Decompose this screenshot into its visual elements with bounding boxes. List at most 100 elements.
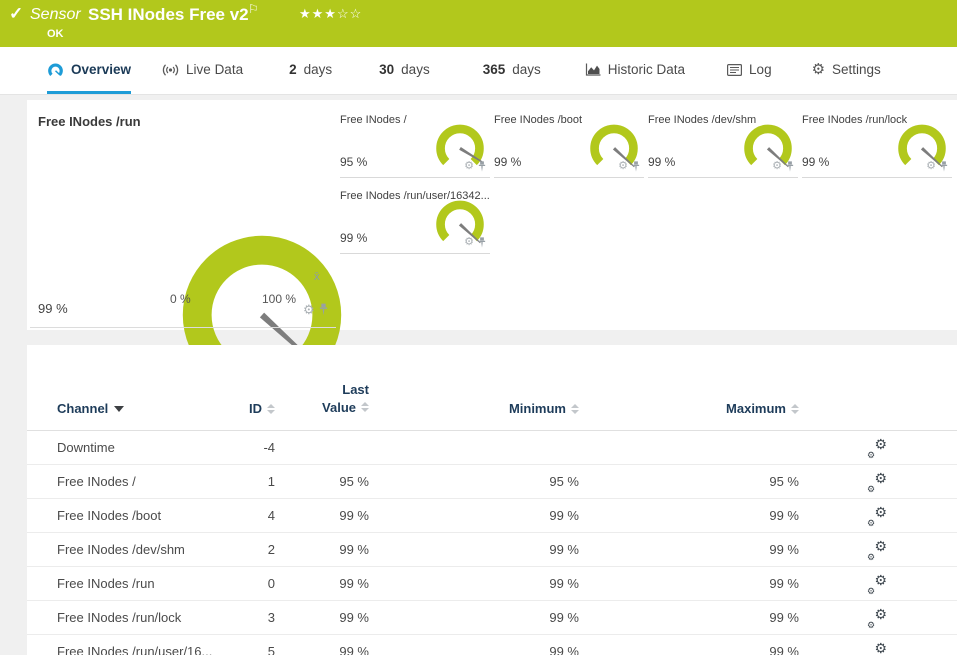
gauge-icon	[48, 62, 63, 76]
minimum-value: 99 %	[549, 644, 579, 655]
col-header-last-value[interactable]: Last Value	[275, 381, 369, 416]
maximum-value: 99 %	[769, 644, 799, 655]
col-header-channel[interactable]: Channel	[27, 401, 217, 416]
col-header-id[interactable]: ID	[217, 401, 275, 416]
table-row[interactable]: Free INodes / 1 95 % 95 % 95 % ⚙ ⚙	[27, 465, 957, 500]
table-header-row: Channel ID Last Value Minimum Maximum	[27, 345, 957, 432]
tab-2-days[interactable]: 2 days	[289, 47, 332, 94]
minimum-value: 99 %	[549, 542, 579, 558]
minimum-value: 99 %	[549, 610, 579, 626]
gauge-tile-value: 99 %	[802, 155, 830, 169]
gear-icon: ⚙	[811, 61, 826, 78]
table-row[interactable]: Downtime -4 ⚙ ⚙	[27, 431, 957, 466]
col-header-minimum[interactable]: Minimum	[369, 401, 579, 416]
divider	[30, 327, 336, 328]
primary-gauge-value: 99 %	[38, 301, 68, 316]
channel-name: Free INodes /boot	[57, 508, 162, 524]
tab-log[interactable]: Log	[727, 47, 772, 94]
status-badge: OK	[47, 28, 64, 40]
gauge-gear-icon[interactable]: ⚙	[464, 161, 474, 172]
sort-desc-icon	[114, 405, 125, 412]
pin-icon[interactable]	[632, 161, 640, 172]
gauges-panel: Free INodes /run 0 % 100 % x̄ 99 % ⚙ Fre…	[27, 100, 957, 378]
gauge-tile-title: Free INodes /boot	[494, 114, 583, 126]
channel-settings-icon[interactable]: ⚙⚙	[867, 437, 887, 460]
table-row[interactable]: Free INodes /boot 4 99 % 99 % 99 % ⚙ ⚙	[27, 499, 957, 534]
tab-live-data[interactable]: Live Data	[162, 47, 243, 94]
gauge-tile-dev-shm: Free INodes /dev/shm 99 % ⚙	[648, 108, 798, 178]
channel-settings-icon[interactable]: ⚙⚙	[867, 539, 887, 562]
gauge-gear-icon[interactable]: ⚙	[464, 237, 474, 248]
small-gauge-grid: Free INodes / 95 % ⚙ Free INodes /boot 9…	[340, 108, 952, 254]
gauge-scale-min: 0 %	[170, 292, 191, 306]
minimum-value: 99 %	[549, 508, 579, 524]
gauge-tile-root: Free INodes / 95 % ⚙	[340, 108, 490, 178]
tab-historic-data[interactable]: Historic Data	[585, 47, 685, 94]
channel-id: 1	[267, 474, 275, 490]
gauge-tile-run-lock: Free INodes /run/lock 99 % ⚙	[802, 108, 952, 178]
col-header-maximum[interactable]: Maximum	[579, 401, 799, 416]
channel-name: Free INodes /	[57, 474, 136, 490]
sort-icon	[267, 403, 275, 414]
gauge-tile-value: 95 %	[340, 155, 368, 169]
gauge-gear-icon[interactable]: ⚙	[618, 161, 628, 172]
maximum-value: 99 %	[769, 542, 799, 558]
sensor-title: SSH INodes Free v2	[88, 5, 249, 24]
log-list-icon	[727, 63, 743, 76]
sort-icon	[791, 403, 799, 414]
last-value: 95 %	[339, 474, 369, 490]
maximum-value: 99 %	[769, 576, 799, 592]
mean-marker: x̄	[314, 271, 320, 283]
tab-settings[interactable]: ⚙ Settings	[812, 47, 881, 94]
table-row[interactable]: Free INodes /run/user/16... 5 99 % 99 % …	[27, 635, 957, 655]
last-value: 99 %	[339, 610, 369, 626]
tab-30-days[interactable]: 30 days	[379, 47, 430, 94]
gauge-gear-icon[interactable]: ⚙	[926, 161, 936, 172]
channel-id: 0	[267, 576, 275, 592]
pin-icon[interactable]	[319, 303, 328, 316]
sort-icon	[361, 402, 369, 413]
channel-settings-icon[interactable]: ⚙⚙	[867, 505, 887, 528]
gauge-gear-icon[interactable]: ⚙	[772, 161, 782, 172]
channel-settings-icon[interactable]: ⚙⚙	[867, 471, 887, 494]
channel-settings-icon[interactable]: ⚙⚙	[867, 573, 887, 596]
pin-icon[interactable]	[940, 161, 948, 172]
gauge-gear-icon[interactable]: ⚙	[303, 303, 315, 316]
table-row[interactable]: Free INodes /dev/shm 2 99 % 99 % 99 % ⚙ ⚙	[27, 533, 957, 568]
gauge-tile-title: Free INodes /	[340, 114, 407, 126]
gauge-tile-title: Free INodes /run/lock	[802, 114, 908, 126]
pin-icon[interactable]	[478, 161, 486, 172]
maximum-value: 95 %	[769, 474, 799, 490]
table-row[interactable]: Free INodes /run/lock 3 99 % 99 % 99 % ⚙…	[27, 601, 957, 636]
gauge-scale-max: 100 %	[262, 292, 297, 306]
primary-gauge-title: Free INodes /run	[38, 114, 141, 129]
table-row[interactable]: Free INodes /run 0 99 % 99 % 99 % ⚙ ⚙	[27, 567, 957, 602]
pin-icon[interactable]	[478, 237, 486, 248]
priority-stars[interactable]: ★★★☆☆	[299, 6, 362, 22]
prtg-sensor-page: ✓ Sensor SSH INodes Free v2 ⚐ ★★★☆☆ OK O…	[0, 0, 957, 655]
tab-overview[interactable]: Overview	[47, 47, 132, 94]
minimum-value: 99 %	[549, 576, 579, 592]
gauge-tile-value: 99 %	[340, 231, 368, 245]
object-type-label: Sensor	[30, 6, 81, 23]
channel-name: Free INodes /run	[57, 576, 155, 592]
channel-settings-icon[interactable]: ⚙⚙	[867, 607, 887, 630]
gauge-tile-value: 99 %	[648, 155, 676, 169]
sensor-header: ✓ Sensor SSH INodes Free v2 ⚐ ★★★☆☆ OK	[0, 0, 957, 47]
pin-icon[interactable]	[786, 161, 794, 172]
gauge-tile-run-user: Free INodes /run/user/16342... 99 % ⚙	[340, 184, 490, 254]
maximum-value: 99 %	[769, 610, 799, 626]
channel-name: Free INodes /run/user/16...	[57, 644, 213, 655]
tab-bar: Overview Live Data 2 days 30 days 365 da…	[0, 47, 957, 95]
status-check-icon: ✓	[9, 4, 24, 23]
channel-id: 4	[267, 508, 275, 524]
area-chart-icon	[585, 63, 601, 76]
favorite-flag-icon[interactable]: ⚐	[248, 2, 259, 16]
channel-id: 2	[267, 542, 275, 558]
channel-settings-icon[interactable]: ⚙⚙	[867, 641, 887, 655]
gauge-tile-boot: Free INodes /boot 99 % ⚙	[494, 108, 644, 178]
minimum-value: 95 %	[549, 474, 579, 490]
channel-name: Free INodes /run/lock	[57, 610, 182, 626]
channel-table-panel: Channel ID Last Value Minimum Maximum Do…	[27, 345, 957, 655]
tab-365-days[interactable]: 365 days	[483, 47, 541, 94]
